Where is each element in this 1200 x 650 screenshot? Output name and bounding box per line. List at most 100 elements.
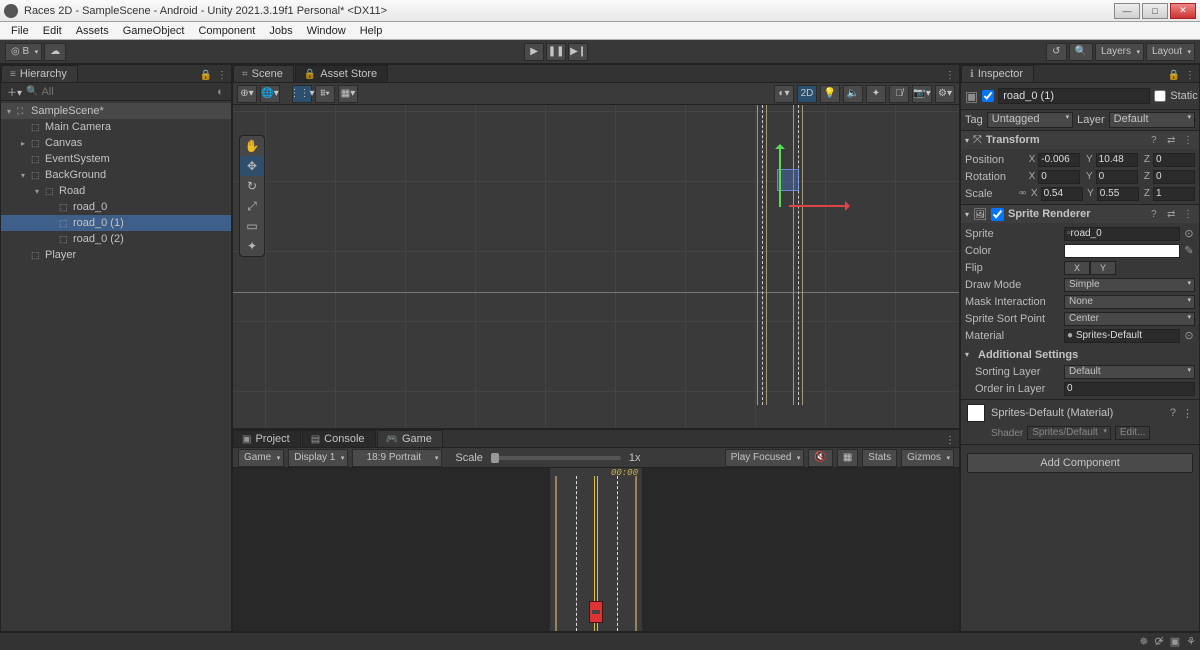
status-bug-icon[interactable]: ✵ bbox=[1139, 635, 1148, 648]
undo-history-button[interactable]: ↺ bbox=[1046, 43, 1066, 61]
preset-icon[interactable]: ⇄ bbox=[1167, 209, 1179, 220]
hierarchy-item[interactable]: ▾⬚BackGround bbox=[1, 167, 231, 183]
2d-toggle-button[interactable]: 2D bbox=[797, 85, 817, 103]
flip-y-toggle[interactable]: Y bbox=[1090, 261, 1116, 275]
move-tool-button[interactable]: ✥ bbox=[240, 156, 264, 176]
inspector-menu-icon[interactable]: ⋮ bbox=[1183, 68, 1197, 82]
rotation-z-input[interactable] bbox=[1153, 170, 1195, 184]
scale-z-input[interactable] bbox=[1153, 187, 1195, 201]
hierarchy-item[interactable]: ▾⬚Road bbox=[1, 183, 231, 199]
close-button[interactable]: ✕ bbox=[1170, 3, 1196, 19]
gizmo-x-axis[interactable] bbox=[789, 205, 849, 207]
shader-edit-button[interactable]: Edit... bbox=[1115, 426, 1151, 440]
hand-tool-button[interactable]: ✋ bbox=[240, 136, 264, 156]
bottom-tab-menu-icon[interactable]: ⋮ bbox=[943, 433, 957, 447]
order-in-layer-input[interactable] bbox=[1064, 382, 1195, 396]
game-view[interactable]: 00:00 bbox=[233, 468, 959, 631]
search-button[interactable]: 🔍 bbox=[1069, 43, 1093, 61]
layer-dropdown[interactable]: Default bbox=[1109, 112, 1195, 128]
static-checkbox[interactable] bbox=[1154, 90, 1166, 102]
tab-scene[interactable]: ⌗Scene bbox=[233, 65, 294, 82]
gameobject-name-input[interactable] bbox=[998, 88, 1150, 104]
hierarchy-item[interactable]: ▾⛶SampleScene* bbox=[1, 103, 231, 119]
object-picker-icon[interactable]: ⊙ bbox=[1183, 329, 1195, 342]
preset-icon[interactable]: ⇄ bbox=[1167, 135, 1179, 146]
hierarchy-lock-icon[interactable]: 🔒 bbox=[199, 68, 213, 82]
help-icon[interactable]: ? bbox=[1151, 209, 1163, 220]
component-menu-icon[interactable]: ⋮ bbox=[1183, 209, 1195, 220]
draw-mode-dropdown[interactable]: Simple bbox=[1064, 278, 1195, 292]
hierarchy-filter-icon[interactable]: ◐ bbox=[217, 86, 231, 98]
menu-jobs[interactable]: Jobs bbox=[262, 25, 299, 37]
scale-tool-button[interactable]: ⤢ bbox=[240, 196, 264, 216]
layers-dropdown[interactable]: Layers bbox=[1095, 43, 1144, 61]
constrain-scale-icon[interactable]: ⚮ bbox=[1019, 188, 1027, 199]
sprite-field[interactable]: ▫road_0 bbox=[1064, 227, 1180, 241]
fold-icon[interactable]: ▾ bbox=[965, 350, 975, 359]
aspect-dropdown[interactable]: 18:9 Portrait bbox=[352, 449, 442, 467]
grid-snap-button[interactable]: ⋮⋮▾ bbox=[292, 85, 312, 103]
snap-increment-button[interactable]: ⩩▾ bbox=[315, 85, 335, 103]
fx-toggle-button[interactable]: ✦ bbox=[866, 85, 886, 103]
transform-tool-button[interactable]: ✦ bbox=[240, 236, 264, 256]
pivot-global-button[interactable]: 🌐▾ bbox=[260, 85, 280, 103]
pause-button[interactable]: ❚❚ bbox=[546, 43, 566, 61]
sort-point-dropdown[interactable]: Center bbox=[1064, 312, 1195, 326]
tab-console[interactable]: ▤Console bbox=[302, 430, 376, 447]
hidden-toggle-button[interactable]: 👁̸ bbox=[889, 85, 909, 103]
scale-y-input[interactable] bbox=[1097, 187, 1139, 201]
menu-edit[interactable]: Edit bbox=[36, 25, 69, 37]
position-z-input[interactable] bbox=[1153, 153, 1195, 167]
eyedropper-icon[interactable]: ✎ bbox=[1183, 244, 1195, 257]
object-picker-icon[interactable]: ⊙ bbox=[1183, 227, 1195, 240]
hierarchy-item[interactable]: ⬚Main Camera bbox=[1, 119, 231, 135]
inspector-lock-icon[interactable]: 🔒 bbox=[1167, 68, 1181, 82]
flip-x-toggle[interactable]: X bbox=[1064, 261, 1090, 275]
camera-button[interactable]: 📷▾ bbox=[912, 85, 932, 103]
fold-icon[interactable]: ▾ bbox=[7, 107, 17, 116]
minimize-button[interactable]: — bbox=[1114, 3, 1140, 19]
gizmos-dropdown[interactable]: Gizmos bbox=[901, 449, 954, 467]
play-focused-dropdown[interactable]: Play Focused bbox=[725, 449, 805, 467]
mute-button[interactable]: 🔇 bbox=[808, 449, 832, 467]
help-icon[interactable]: ? bbox=[1170, 407, 1176, 419]
hierarchy-item[interactable]: ⬚Player bbox=[1, 247, 231, 263]
shader-dropdown[interactable]: Sprites/Default bbox=[1027, 426, 1111, 440]
sprite-renderer-enabled-checkbox[interactable] bbox=[991, 208, 1004, 221]
component-menu-icon[interactable]: ⋮ bbox=[1182, 407, 1193, 420]
fold-icon[interactable]: ▾ bbox=[965, 210, 969, 219]
status-cache-icon[interactable]: ▣ bbox=[1170, 635, 1180, 648]
hierarchy-item[interactable]: ⬚road_0 bbox=[1, 199, 231, 215]
draw-mode-button[interactable]: ◐▾ bbox=[774, 85, 794, 103]
hierarchy-item[interactable]: ⬚road_0 (1) bbox=[1, 215, 231, 231]
gameobject-cube-icon[interactable]: ▣ bbox=[965, 86, 978, 106]
fold-icon[interactable]: ▾ bbox=[965, 136, 969, 145]
status-network-icon[interactable]: ⚘ bbox=[1186, 635, 1196, 648]
menu-component[interactable]: Component bbox=[191, 25, 262, 37]
menu-file[interactable]: File bbox=[4, 25, 36, 37]
hierarchy-item[interactable]: ▸⬚Canvas bbox=[1, 135, 231, 151]
hierarchy-menu-icon[interactable]: ⋮ bbox=[215, 68, 229, 82]
stats-button[interactable]: Stats bbox=[862, 449, 897, 467]
tab-hierarchy[interactable]: ≡Hierarchy bbox=[1, 65, 78, 82]
color-field[interactable] bbox=[1064, 244, 1180, 258]
hierarchy-item[interactable]: ⬚road_0 (2) bbox=[1, 231, 231, 247]
position-x-input[interactable] bbox=[1038, 153, 1080, 167]
menu-help[interactable]: Help bbox=[353, 25, 390, 37]
gizmo-y-axis[interactable] bbox=[779, 145, 781, 207]
fold-icon[interactable]: ▾ bbox=[21, 171, 31, 180]
gizmos-button[interactable]: ⚙▾ bbox=[935, 85, 955, 103]
rotation-y-input[interactable] bbox=[1096, 170, 1138, 184]
gameobject-enabled-checkbox[interactable] bbox=[982, 90, 994, 102]
status-autorefresh-icon[interactable]: ⟳̸ bbox=[1155, 635, 1164, 648]
menu-assets[interactable]: Assets bbox=[69, 25, 116, 37]
rotate-tool-button[interactable]: ↻ bbox=[240, 176, 264, 196]
tab-game[interactable]: 🎮Game bbox=[377, 430, 443, 447]
audio-toggle-button[interactable]: 🔈 bbox=[843, 85, 863, 103]
grid-visibility-button[interactable]: ▦▾ bbox=[338, 85, 358, 103]
step-button[interactable]: ▶❙ bbox=[568, 43, 588, 61]
rotation-x-input[interactable] bbox=[1038, 170, 1080, 184]
tab-asset-store[interactable]: 🔒Asset Store bbox=[295, 65, 388, 82]
mask-interaction-dropdown[interactable]: None bbox=[1064, 295, 1195, 309]
component-menu-icon[interactable]: ⋮ bbox=[1183, 135, 1195, 146]
